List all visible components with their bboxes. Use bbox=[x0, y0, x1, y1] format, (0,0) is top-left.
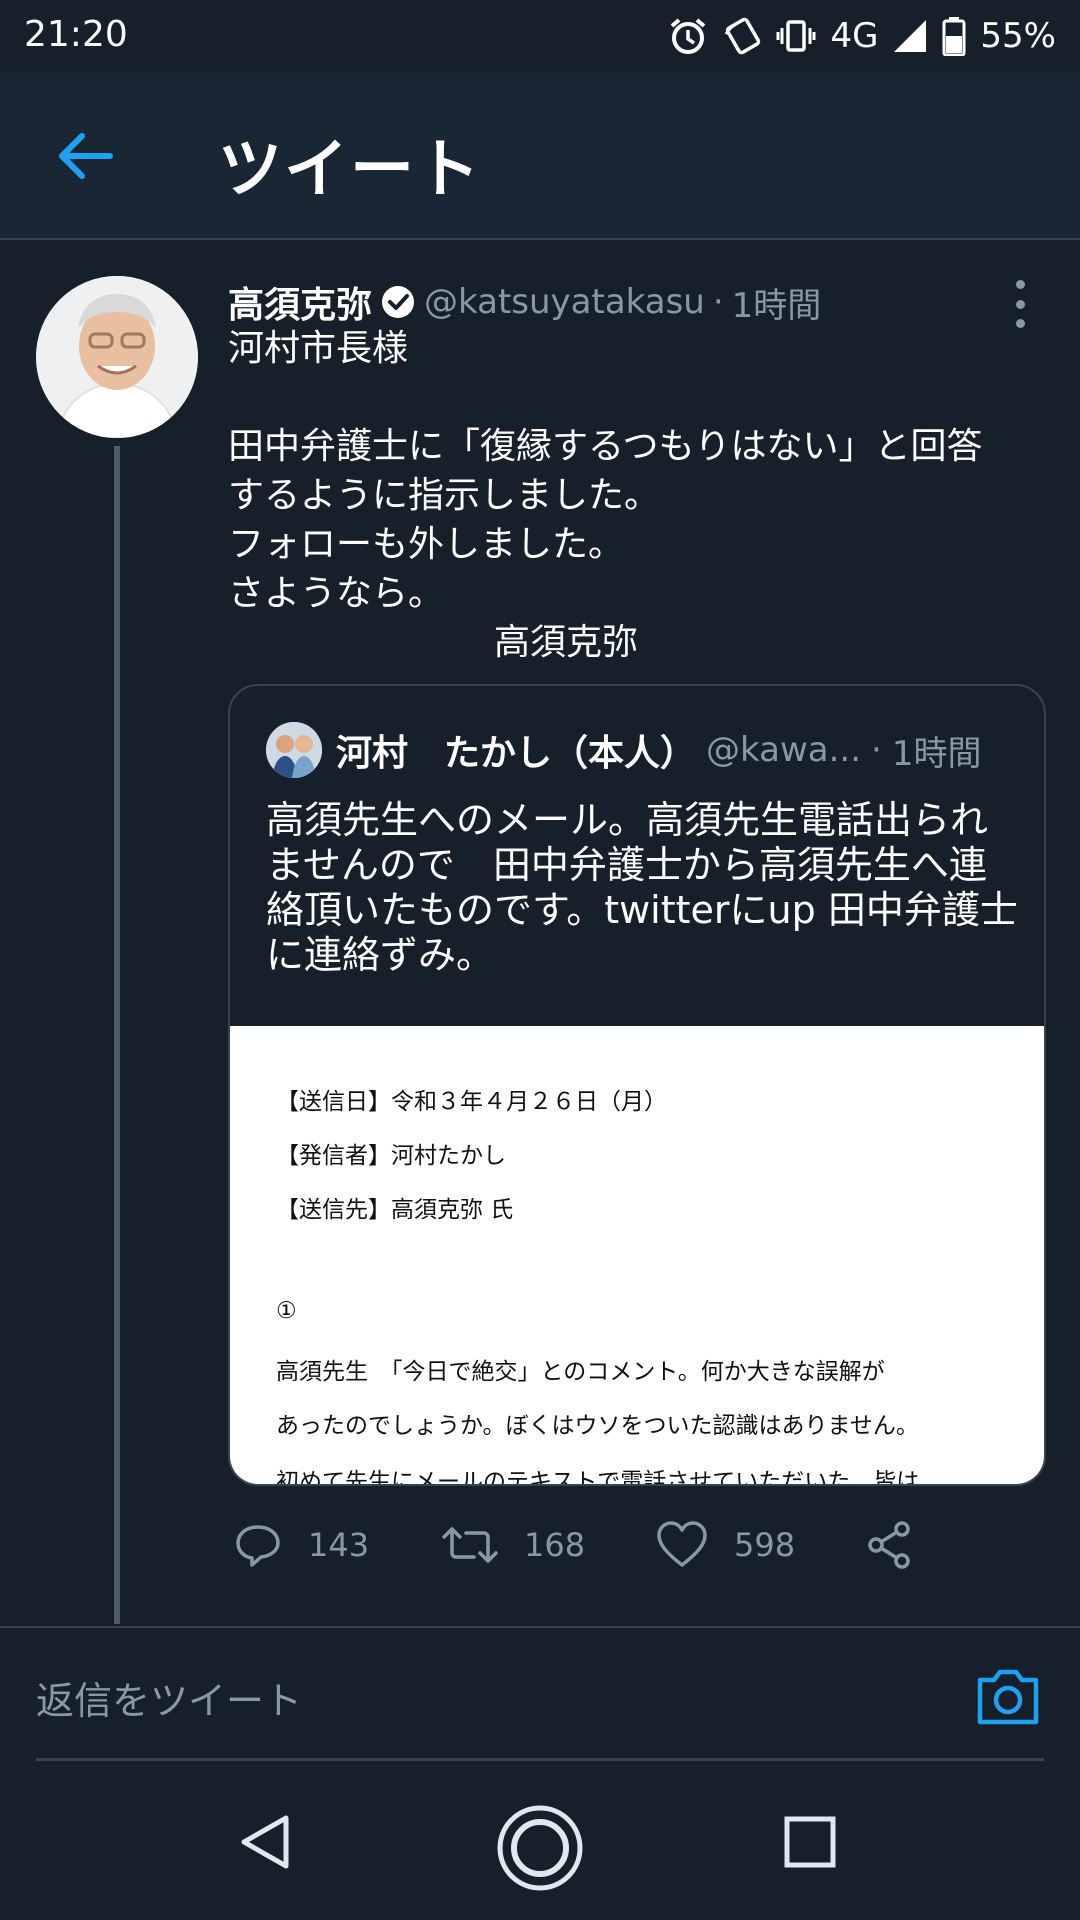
tweet-text-line: 田中弁護士に「復縁するつもりはない」と回答 bbox=[228, 426, 983, 467]
document-line: ① bbox=[276, 1298, 297, 1324]
nav-back-button[interactable] bbox=[236, 1812, 292, 1876]
status-icons: 4G 55% bbox=[668, 12, 1056, 60]
document-line: 【送信先】高須克弥 氏 bbox=[276, 1197, 514, 1223]
status-time: 21:20 bbox=[24, 14, 128, 55]
reply-button[interactable]: 143 bbox=[234, 1510, 369, 1580]
camera-button[interactable] bbox=[974, 1662, 1042, 1730]
verified-badge-icon bbox=[382, 286, 415, 318]
author-handle[interactable]: @katsuyatakasu bbox=[424, 282, 705, 322]
tweet-header: 高須克弥 @katsuyatakasu · 1時間 bbox=[228, 272, 1008, 332]
document-line: 【発信者】河村たかし bbox=[276, 1143, 506, 1169]
heart-icon bbox=[657, 1521, 707, 1567]
quoted-text-line: 高須先生へのメール。高須先生電話出られ bbox=[266, 798, 989, 842]
reply-bar: 返信をツイート bbox=[0, 1626, 1080, 1762]
document-line: 初めて先生にメールのテキストで電話させていただいた。皆は bbox=[276, 1469, 920, 1486]
alarm-icon bbox=[668, 16, 708, 56]
quoted-text-line: ませんので 田中弁護士から高須先生へ連 bbox=[266, 843, 987, 887]
document-line: あったのでしょうか。ぼくはウソをついた認識はありません。 bbox=[276, 1413, 919, 1439]
tweet-text: 河村市長様 田中弁護士に「復縁するつもりはない」と回答 するように指示しました。… bbox=[228, 324, 1048, 667]
quoted-text-line: に連絡ずみ。 bbox=[266, 933, 495, 977]
share-icon bbox=[868, 1521, 910, 1569]
tweet-text-line bbox=[228, 373, 1048, 422]
nav-home-icon bbox=[497, 1805, 583, 1891]
retweet-count: 168 bbox=[524, 1526, 586, 1564]
reply-icon bbox=[236, 1525, 280, 1567]
separator-dot: · bbox=[871, 730, 882, 770]
attached-document-image[interactable]: 【送信日】令和３年４月２６日（月） 【発信者】河村たかし 【送信先】高須克弥 氏… bbox=[230, 1026, 1044, 1484]
status-bar: 21:20 4G 55% bbox=[0, 0, 1080, 72]
tweet-text-line: さようなら。 bbox=[228, 573, 445, 614]
thread-line bbox=[114, 446, 120, 1624]
like-count: 598 bbox=[734, 1526, 796, 1564]
tweet-actions: 143 168 598 bbox=[228, 1510, 1028, 1580]
system-nav-bar bbox=[0, 1762, 1080, 1920]
nfc-icon bbox=[722, 16, 762, 56]
quoted-tweet-time: 1時間 bbox=[891, 733, 982, 774]
quoted-tweet[interactable]: 河村 たかし（本人） @kawa... · 1時間 高須先生へのメール。高須先生… bbox=[228, 684, 1046, 1486]
tweet-time: 1時間 bbox=[731, 285, 822, 326]
quoted-author-handle: @kawa... bbox=[706, 730, 862, 770]
share-button[interactable] bbox=[866, 1510, 914, 1580]
reply-count: 143 bbox=[308, 1526, 370, 1564]
document-line: 【送信日】令和３年４月２６日（月） bbox=[276, 1089, 667, 1115]
avatar[interactable] bbox=[36, 276, 198, 438]
vibrate-icon bbox=[776, 16, 816, 56]
network-type: 4G bbox=[830, 16, 879, 56]
tweet-text-line: フォローも外しました。 bbox=[228, 524, 625, 565]
signal-icon bbox=[892, 18, 928, 54]
nav-home-button[interactable] bbox=[496, 1804, 584, 1896]
tweet-text-line: 河村市長様 bbox=[228, 328, 409, 369]
quoted-tweet-text: 高須先生へのメール。高須先生電話出られ ませんので 田中弁護士から高須先生へ連 … bbox=[266, 798, 1026, 978]
back-button[interactable] bbox=[48, 120, 120, 192]
battery-percent: 55% bbox=[980, 16, 1056, 56]
battery-icon bbox=[942, 16, 966, 56]
quoted-tweet-header: 河村 たかし（本人） @kawa... · 1時間 bbox=[266, 720, 1026, 780]
nav-recent-icon bbox=[784, 1816, 836, 1868]
document-line: 高須先生 「今日で絶交」とのコメント。何か大きな誤解が bbox=[276, 1359, 885, 1385]
author-name[interactable]: 高須克弥 bbox=[228, 276, 372, 328]
page-title: ツイート bbox=[218, 133, 482, 207]
tweet-signature: 高須克弥 bbox=[494, 622, 639, 663]
more-dot-icon bbox=[1015, 299, 1025, 309]
quoted-author-name: 河村 たかし（本人） bbox=[336, 733, 697, 774]
reply-underline bbox=[36, 1758, 1044, 1761]
reply-input[interactable]: 返信をツイート bbox=[36, 1670, 302, 1725]
retweet-icon bbox=[442, 1527, 498, 1563]
quoted-avatar bbox=[266, 722, 322, 778]
camera-icon bbox=[977, 1669, 1039, 1725]
retweet-button[interactable]: 168 bbox=[442, 1510, 585, 1580]
nav-back-icon bbox=[241, 1815, 289, 1869]
quoted-text-line: 絡頂いたものです。twitterにup 田中弁護士 bbox=[266, 888, 1018, 932]
more-dot-icon bbox=[1015, 280, 1025, 289]
tweet-text-line: するように指示しました。 bbox=[228, 475, 661, 516]
separator-dot: · bbox=[712, 282, 724, 322]
app-bar: ツイート bbox=[0, 72, 1080, 240]
like-button[interactable]: 598 bbox=[656, 1510, 795, 1580]
nav-recent-apps-button[interactable] bbox=[784, 1816, 836, 1872]
arrow-left-icon bbox=[59, 133, 113, 179]
tweet-detail: 高須克弥 @katsuyatakasu · 1時間 河村市長様 田中弁護士に「復… bbox=[0, 240, 1080, 1624]
